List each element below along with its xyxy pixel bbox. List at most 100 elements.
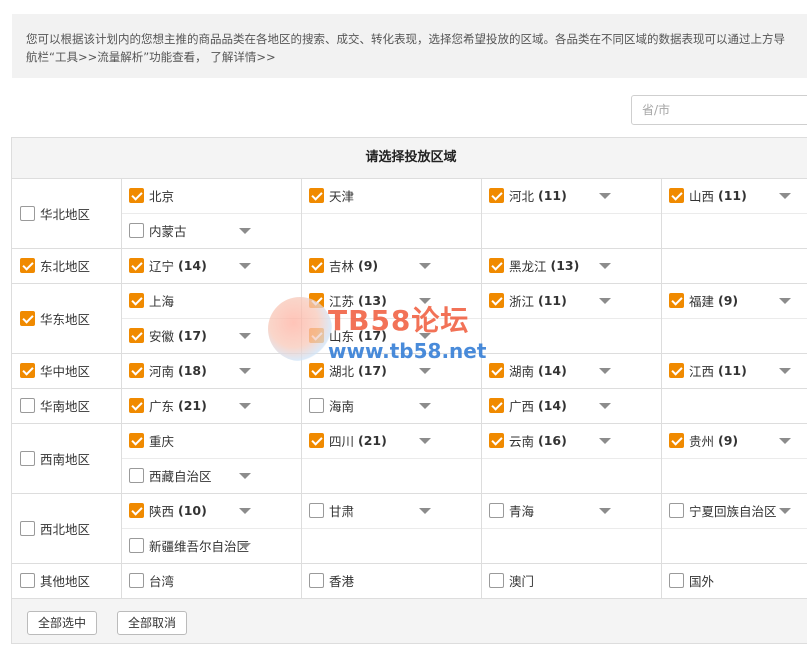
chevron-down-icon[interactable] (419, 263, 431, 269)
province-item[interactable]: 内蒙古 (129, 213, 299, 248)
province-checkbox[interactable] (129, 363, 144, 378)
province-checkbox[interactable] (669, 433, 684, 448)
province-item[interactable]: 云南 (16) (489, 423, 659, 458)
region-checkbox[interactable] (20, 363, 35, 378)
chevron-down-icon[interactable] (599, 263, 611, 269)
province-item[interactable]: 福建 (9) (669, 283, 807, 318)
province-checkbox[interactable] (669, 293, 684, 308)
province-item[interactable]: 香港 (309, 563, 479, 598)
province-checkbox[interactable] (489, 503, 504, 518)
chevron-down-icon[interactable] (419, 298, 431, 304)
region-checkbox[interactable] (20, 573, 35, 588)
chevron-down-icon[interactable] (239, 333, 251, 339)
province-checkbox[interactable] (129, 223, 144, 238)
province-item[interactable]: 湖南 (14) (489, 353, 659, 388)
chevron-down-icon[interactable] (779, 508, 791, 514)
region-6[interactable]: 西北地区 (20, 511, 90, 546)
province-item[interactable]: 国外 (669, 563, 807, 598)
province-checkbox[interactable] (129, 433, 144, 448)
chevron-down-icon[interactable] (239, 368, 251, 374)
province-item[interactable]: 天津 (309, 178, 479, 213)
province-checkbox[interactable] (309, 573, 324, 588)
chevron-down-icon[interactable] (239, 403, 251, 409)
province-item[interactable]: 重庆 (129, 423, 299, 458)
province-item[interactable]: 广西 (14) (489, 388, 659, 423)
province-checkbox[interactable] (129, 573, 144, 588)
province-item[interactable]: 青海 (489, 493, 659, 528)
province-item[interactable]: 江苏 (13) (309, 283, 479, 318)
province-checkbox[interactable] (669, 503, 684, 518)
region-checkbox[interactable] (20, 398, 35, 413)
chevron-down-icon[interactable] (419, 368, 431, 374)
region-checkbox[interactable] (20, 310, 35, 326)
chevron-down-icon[interactable] (599, 438, 611, 444)
province-checkbox[interactable] (129, 188, 144, 203)
province-checkbox[interactable] (669, 363, 684, 378)
region-7[interactable]: 其他地区 (20, 563, 90, 598)
chevron-down-icon[interactable] (599, 508, 611, 514)
province-checkbox[interactable] (309, 188, 324, 203)
province-item[interactable]: 北京 (129, 178, 299, 213)
province-item[interactable]: 四川 (21) (309, 423, 479, 458)
province-checkbox[interactable] (489, 363, 504, 378)
province-item[interactable]: 台湾 (129, 563, 299, 598)
province-checkbox[interactable] (309, 398, 324, 413)
province-checkbox[interactable] (489, 258, 504, 273)
chevron-down-icon[interactable] (419, 403, 431, 409)
province-checkbox[interactable] (129, 293, 144, 308)
province-item[interactable]: 甘肃 (309, 493, 479, 528)
region-0[interactable]: 华北地区 (20, 196, 90, 231)
province-item[interactable]: 河北 (11) (489, 178, 659, 213)
province-checkbox[interactable] (489, 293, 504, 308)
region-2[interactable]: 华东地区 (20, 301, 90, 336)
province-item[interactable]: 新疆维吾尔自治区 (129, 528, 299, 563)
province-checkbox[interactable] (489, 188, 504, 203)
chevron-down-icon[interactable] (779, 438, 791, 444)
chevron-down-icon[interactable] (599, 368, 611, 374)
chevron-down-icon[interactable] (779, 298, 791, 304)
region-checkbox[interactable] (20, 520, 35, 536)
chevron-down-icon[interactable] (239, 508, 251, 514)
region-checkbox[interactable] (20, 205, 35, 221)
chevron-down-icon[interactable] (779, 368, 791, 374)
province-item[interactable]: 辽宁 (14) (129, 248, 299, 283)
province-search-input[interactable] (631, 95, 807, 125)
chevron-down-icon[interactable] (599, 403, 611, 409)
chevron-down-icon[interactable] (239, 263, 251, 269)
province-checkbox[interactable] (309, 293, 324, 308)
region-4[interactable]: 华南地区 (20, 388, 90, 423)
province-item[interactable]: 河南 (18) (129, 353, 299, 388)
province-item[interactable]: 山西 (11) (669, 178, 807, 213)
province-checkbox[interactable] (489, 573, 504, 588)
chevron-down-icon[interactable] (419, 438, 431, 444)
province-checkbox[interactable] (309, 433, 324, 448)
province-checkbox[interactable] (129, 398, 144, 413)
region-5[interactable]: 西南地区 (20, 441, 90, 476)
province-checkbox[interactable] (129, 538, 144, 553)
province-item[interactable]: 山东 (17) (309, 318, 479, 353)
province-item[interactable]: 安徽 (17) (129, 318, 299, 353)
province-checkbox[interactable] (489, 398, 504, 413)
cancel-all-button[interactable]: 全部取消 (117, 611, 188, 635)
chevron-down-icon[interactable] (239, 228, 251, 234)
province-checkbox[interactable] (129, 258, 144, 273)
region-checkbox[interactable] (20, 450, 35, 466)
chevron-down-icon[interactable] (419, 333, 431, 339)
chevron-down-icon[interactable] (779, 193, 791, 199)
province-item[interactable]: 广东 (21) (129, 388, 299, 423)
province-checkbox[interactable] (309, 503, 324, 518)
province-checkbox[interactable] (129, 503, 144, 518)
province-checkbox[interactable] (129, 468, 144, 483)
chevron-down-icon[interactable] (419, 508, 431, 514)
province-checkbox[interactable] (489, 433, 504, 448)
province-item[interactable]: 贵州 (9) (669, 423, 807, 458)
region-1[interactable]: 东北地区 (20, 248, 90, 283)
province-item[interactable]: 澳门 (489, 563, 659, 598)
province-item[interactable]: 西藏自治区 (129, 458, 299, 493)
province-item[interactable]: 黑龙江 (13) (489, 248, 659, 283)
region-checkbox[interactable] (20, 258, 35, 273)
province-item[interactable]: 上海 (129, 283, 299, 318)
province-item[interactable]: 湖北 (17) (309, 353, 479, 388)
chevron-down-icon[interactable] (599, 298, 611, 304)
province-item[interactable]: 陕西 (10) (129, 493, 299, 528)
